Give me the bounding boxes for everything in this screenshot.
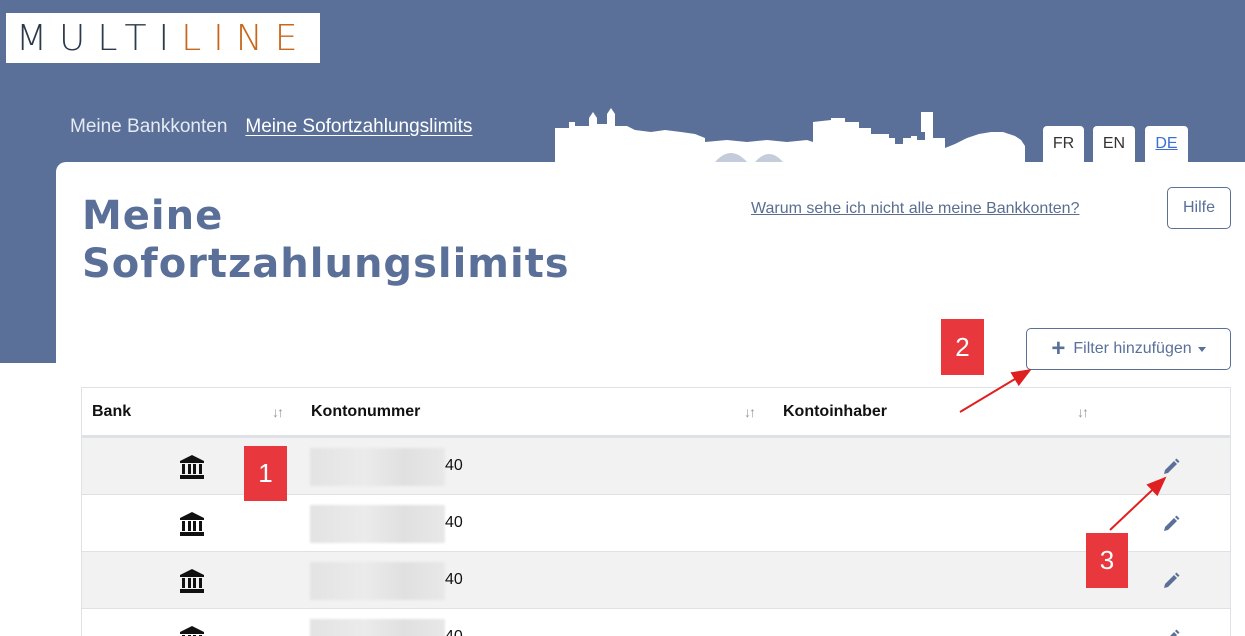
- callout-badge-1: 1: [244, 446, 287, 501]
- annotation-arrows: [959, 368, 1167, 531]
- callout-badge-2: 2: [941, 319, 984, 375]
- callout-badge-3: 3: [1086, 533, 1128, 588]
